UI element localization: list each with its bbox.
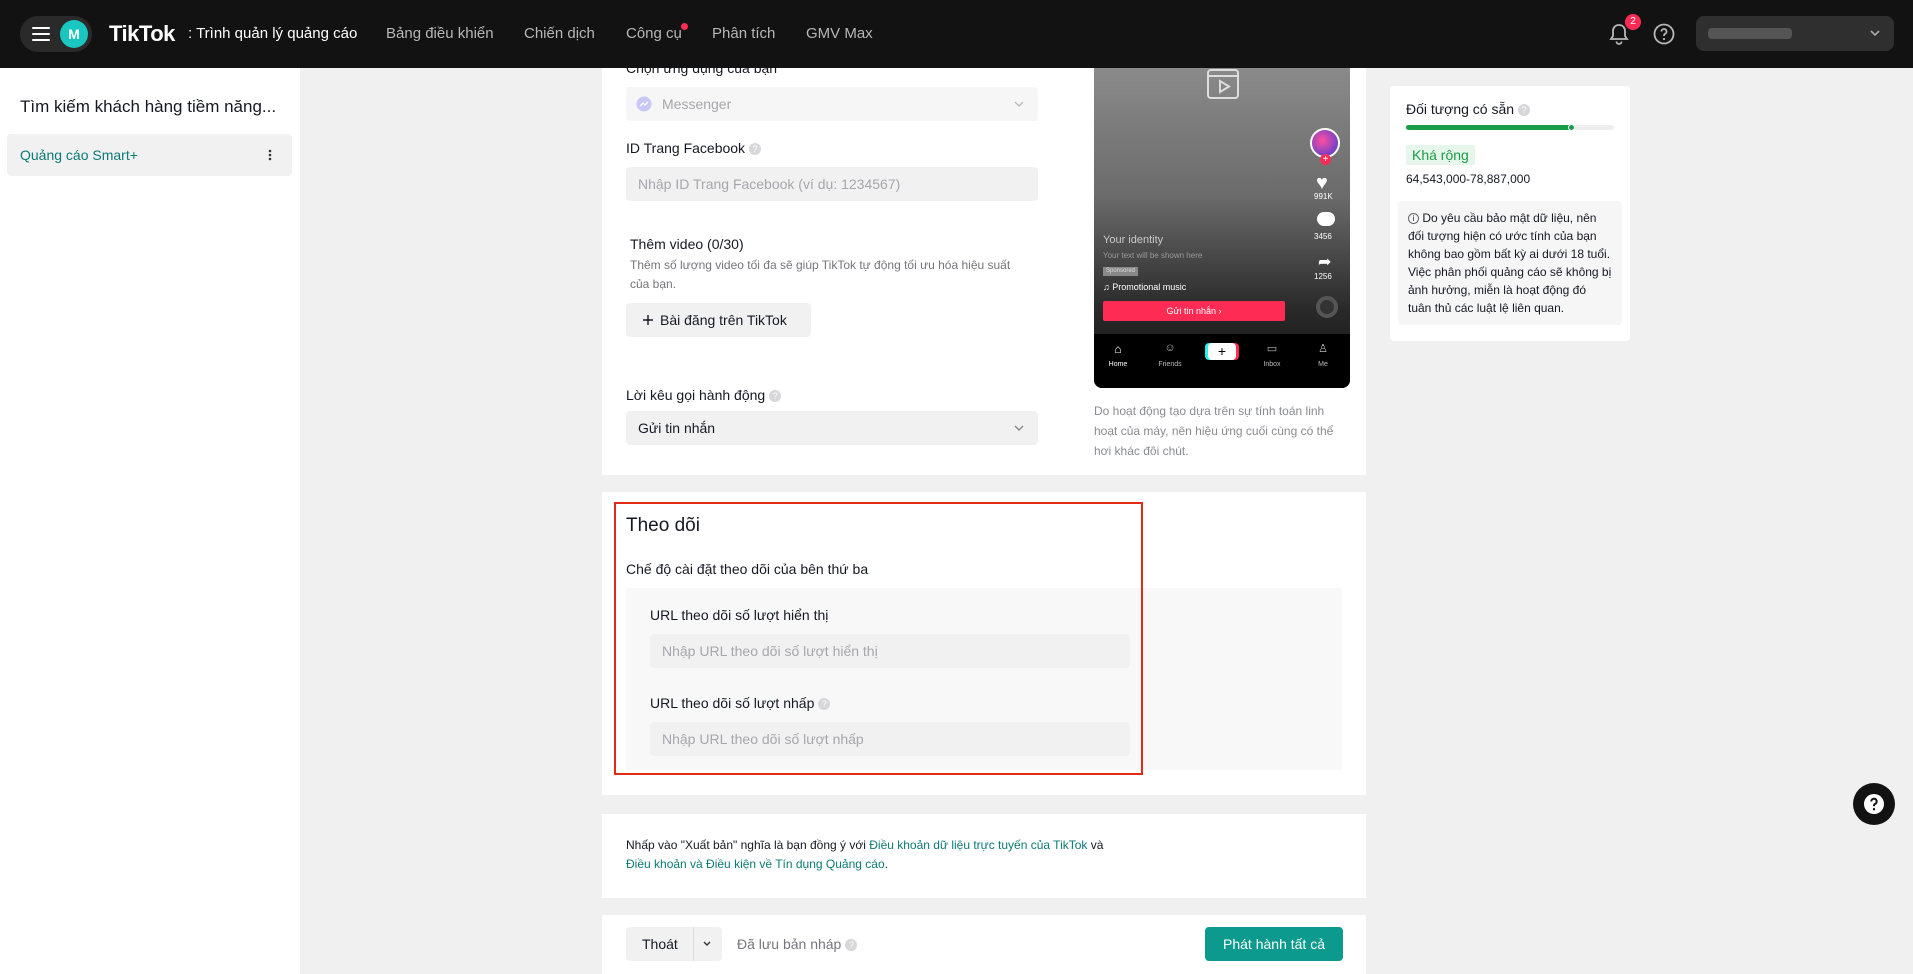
inbox-icon: ▭ bbox=[1266, 343, 1278, 355]
cta-select-value: Gửi tin nhắn bbox=[638, 420, 716, 436]
campaign-title: Tìm kiếm khách hàng tiềm năng... bbox=[20, 97, 277, 116]
split-divider bbox=[693, 927, 694, 961]
preview-identity: Your identity bbox=[1103, 234, 1164, 246]
audience-gauge bbox=[1406, 124, 1614, 131]
tab-inbox: Inbox bbox=[1263, 361, 1281, 368]
app-select[interactable]: Messenger bbox=[626, 87, 1038, 121]
create-icon: + bbox=[1208, 343, 1236, 360]
nav-campaigns[interactable]: Chiến dịch bbox=[524, 25, 595, 42]
account-name-redacted bbox=[1708, 28, 1792, 39]
info-icon[interactable]: ? bbox=[749, 143, 762, 156]
facebook-id-input[interactable]: Nhập ID Trang Facebook (ví dụ: 1234567) bbox=[626, 167, 1038, 201]
phone-tab-bar: ⌂ Home ☺ Friends + ▭ Inbox ♙ Me bbox=[1094, 334, 1350, 388]
audience-gauge-fill bbox=[1406, 124, 1576, 131]
chevron-down-icon bbox=[1014, 101, 1024, 107]
account-avatar[interactable]: M bbox=[60, 20, 88, 48]
online-data-terms-link[interactable]: Điều khoản dữ liệu trực tuyến của TikTok bbox=[869, 838, 1087, 852]
audience-level-badge: Khá rộng bbox=[1406, 145, 1475, 165]
sidebar-item-smart-plus[interactable]: Quảng cáo Smart+ bbox=[7, 134, 292, 176]
profile-icon: ♙ bbox=[1318, 343, 1328, 355]
nav-analytics[interactable]: Phân tích bbox=[712, 25, 775, 42]
chevron-down-icon bbox=[1014, 425, 1024, 431]
nav-dashboard[interactable]: Bảng điều khiển bbox=[386, 25, 494, 42]
ad-credit-terms-link[interactable]: Điều khoản và Điều kiện về Tín dụng Quản… bbox=[626, 857, 885, 871]
add-video-description: Thêm số lượng video tối đa sẽ giúp TikTo… bbox=[630, 258, 1011, 291]
gauge-knob bbox=[1568, 124, 1576, 131]
chevron-down-icon[interactable] bbox=[701, 938, 713, 950]
exit-split-button: Thoát bbox=[626, 927, 722, 961]
add-tiktok-post-button[interactable]: Bài đăng trên TikTok bbox=[626, 303, 811, 337]
shares-count: 1256 bbox=[1314, 272, 1332, 281]
music-disc-icon bbox=[1316, 296, 1338, 318]
audience-range: 64,543,000-78,887,000 bbox=[1406, 172, 1531, 186]
follow-plus-icon: + bbox=[1320, 154, 1331, 165]
friends-icon: ☺ bbox=[1164, 342, 1176, 354]
facebook-id-label: ID Trang Facebook? bbox=[626, 140, 762, 156]
info-icon[interactable]: ? bbox=[845, 939, 858, 952]
phone-preview: + ♥ 991K 3456 ➦ 1256 Your identity Your … bbox=[1094, 68, 1350, 388]
tab-me: Me bbox=[1318, 361, 1328, 368]
more-options-icon[interactable] bbox=[268, 149, 272, 161]
sidebar-item-label: Quảng cáo Smart+ bbox=[20, 147, 138, 163]
facebook-id-placeholder: Nhập ID Trang Facebook (ví dụ: 1234567) bbox=[638, 176, 901, 192]
help-icon bbox=[1864, 794, 1884, 814]
audience-privacy-note: i Do yêu cầu bảo mật dữ liệu, nên đối tư… bbox=[1398, 201, 1622, 325]
menu-toggle-button[interactable]: M bbox=[20, 16, 92, 52]
exit-button[interactable]: Thoát bbox=[642, 936, 678, 952]
cta-select[interactable]: Gửi tin nhắn bbox=[626, 411, 1038, 445]
info-icon: i bbox=[1408, 213, 1419, 225]
publish-all-button[interactable]: Phát hành tất cả bbox=[1205, 927, 1343, 961]
help-icon[interactable] bbox=[1653, 23, 1675, 45]
tab-friends: Friends bbox=[1158, 361, 1182, 368]
preview-cta-button: Gửi tin nhắn › bbox=[1103, 301, 1285, 321]
hamburger-icon bbox=[32, 27, 50, 41]
audience-title: Đối tượng có sẵn? bbox=[1406, 101, 1531, 117]
messenger-icon bbox=[636, 96, 652, 112]
account-switcher[interactable] bbox=[1696, 16, 1894, 51]
top-navigation-bar: M TikTok : Trình quản lý quảng cáo Bảng … bbox=[0, 0, 1913, 68]
add-video-title: Thêm video (0/30) bbox=[630, 236, 744, 252]
tools-new-dot bbox=[681, 23, 688, 30]
info-icon[interactable]: ? bbox=[769, 390, 782, 403]
home-icon: ⌂ bbox=[1114, 342, 1122, 356]
chevron-down-icon bbox=[1870, 30, 1880, 37]
product-name: : Trình quản lý quảng cáo bbox=[188, 25, 358, 42]
preview-disclaimer: Do hoạt động tạo dựa trên sự tính toán l… bbox=[1094, 404, 1334, 458]
terms-panel: Nhấp vào "Xuất bản" nghĩa là bạn đồng ý … bbox=[602, 814, 1366, 898]
nav-tools[interactable]: Công cụ bbox=[626, 25, 682, 42]
info-icon[interactable]: ? bbox=[1518, 104, 1531, 117]
add-tiktok-post-label: Bài đăng trên TikTok bbox=[660, 312, 787, 328]
tab-home: Home bbox=[1108, 361, 1128, 368]
audience-size-card: Đối tượng có sẵn? Khá rộng 64,543,000-78… bbox=[1390, 86, 1630, 341]
terms-text: Nhấp vào "Xuất bản" nghĩa là bạn đồng ý … bbox=[626, 838, 1104, 871]
video-placeholder-icon bbox=[1207, 69, 1239, 99]
comment-icon bbox=[1317, 212, 1335, 226]
nav-gmv-max[interactable]: GMV Max bbox=[806, 25, 873, 42]
preview-text-hint: Your text will be shown here bbox=[1103, 251, 1203, 260]
floating-help-button[interactable] bbox=[1853, 783, 1895, 825]
highlight-annotation-box bbox=[614, 502, 1143, 775]
plus-icon bbox=[643, 315, 653, 325]
notification-count-badge: 2 bbox=[1625, 14, 1641, 30]
tiktok-logo[interactable]: TikTok bbox=[109, 21, 175, 47]
cta-label: Lời kêu gọi hành động? bbox=[626, 387, 782, 403]
preview-music: ♫ Promotional music bbox=[1103, 282, 1187, 292]
sponsored-tag: Sponsored bbox=[1103, 267, 1139, 276]
likes-count: 991K bbox=[1314, 192, 1333, 201]
share-icon: ➦ bbox=[1318, 254, 1332, 271]
sidebar: Tìm kiếm khách hàng tiềm năng... Quảng c… bbox=[0, 68, 300, 974]
footer-action-bar: Thoát Đã lưu bản nháp? Phát hành tất cả bbox=[602, 915, 1366, 974]
comments-count: 3456 bbox=[1314, 232, 1332, 241]
app-select-value: Messenger bbox=[662, 96, 732, 112]
draft-status: Đã lưu bản nháp? bbox=[737, 936, 858, 952]
